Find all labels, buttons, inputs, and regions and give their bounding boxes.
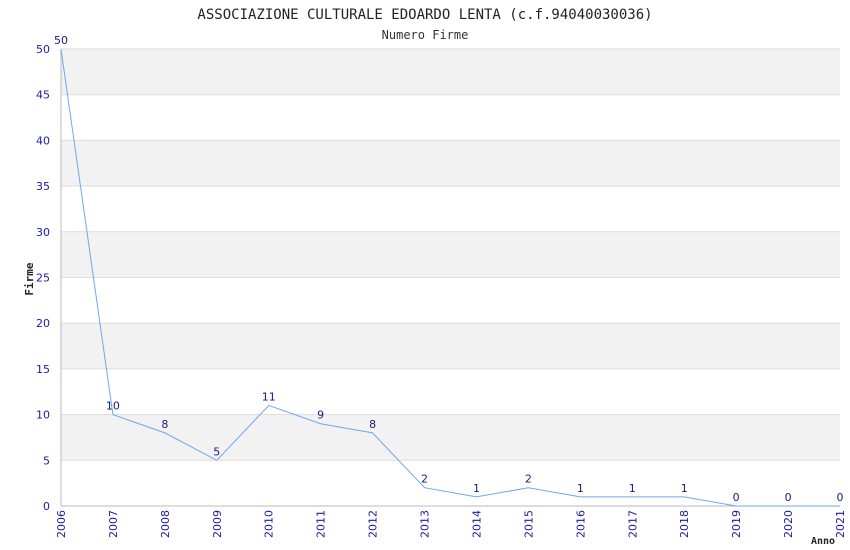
x-tick-label: 2011	[315, 510, 328, 538]
x-tick-label: 2016	[574, 510, 587, 538]
x-ticks: 2006 2007 2008 2009 2010 2011 2012 2013 2014 2015…	[55, 510, 847, 538]
x-tick-label: 2007	[107, 510, 120, 538]
x-tick-label: 2009	[211, 510, 224, 538]
data-label: 8	[161, 418, 168, 431]
chart-subtitle: Numero Firme	[382, 28, 469, 42]
y-tick-label: 0	[43, 500, 50, 513]
y-tick-label: 35	[36, 180, 50, 193]
data-label: 50	[54, 34, 68, 47]
x-tick-label: 2015	[522, 510, 535, 538]
data-label: 0	[733, 491, 740, 504]
data-label: 1	[577, 482, 584, 495]
data-label: 0	[837, 491, 844, 504]
grid-band	[61, 460, 840, 506]
grid-band	[61, 323, 840, 369]
grid-band	[61, 140, 840, 187]
data-label: 11	[262, 390, 276, 403]
data-label: 2	[421, 473, 428, 486]
data-label: 10	[106, 400, 120, 413]
data-label: 2	[525, 473, 532, 486]
x-tick-label: 2010	[263, 510, 276, 538]
x-tick-label: 2014	[470, 510, 483, 538]
x-axis-label: Anno	[811, 536, 835, 547]
y-tick-label: 25	[36, 272, 50, 285]
chart: 05101520253035404550 2006 2007 2008 2009 201…	[23, 7, 847, 547]
grid-band	[61, 186, 840, 232]
x-tick-label: 2012	[367, 510, 380, 538]
data-label: 5	[213, 445, 220, 458]
y-tick-label: 50	[36, 43, 50, 56]
y-tick-label: 20	[36, 317, 50, 330]
grid-band	[61, 231, 840, 278]
grid-band	[61, 368, 840, 415]
x-tick-label: 2008	[159, 510, 172, 538]
x-tick-label: 2018	[678, 510, 691, 538]
grid-band	[61, 94, 840, 141]
data-label: 9	[317, 409, 324, 422]
grid-band	[61, 49, 840, 95]
x-tick-label: 2020	[782, 510, 795, 538]
chart-title: ASSOCIAZIONE CULTURALE EDOARDO LENTA (c.…	[197, 7, 652, 23]
x-tick-label: 2019	[730, 510, 743, 538]
x-tick-label: 2017	[626, 510, 639, 538]
y-tick-label: 15	[36, 363, 50, 376]
grid-band	[61, 277, 840, 324]
x-tick-label: 2013	[419, 510, 432, 538]
x-tick-label: 2021	[834, 510, 847, 538]
y-axis-label: Firme	[23, 262, 36, 295]
data-label: 8	[369, 418, 376, 431]
data-label: 1	[473, 482, 480, 495]
y-tick-label: 10	[36, 409, 50, 422]
y-tick-label: 5	[43, 454, 50, 467]
x-tick-label: 2006	[55, 510, 68, 538]
y-tick-label: 30	[36, 226, 50, 239]
y-ticks: 0 5 10 15 20 25 30 35 40 45 50	[36, 43, 50, 513]
y-tick-label: 45	[36, 89, 50, 102]
y-tick-label: 40	[36, 134, 50, 147]
grid-band	[61, 414, 840, 461]
data-label: 1	[681, 482, 688, 495]
data-label: 1	[629, 482, 636, 495]
data-label: 0	[785, 491, 792, 504]
